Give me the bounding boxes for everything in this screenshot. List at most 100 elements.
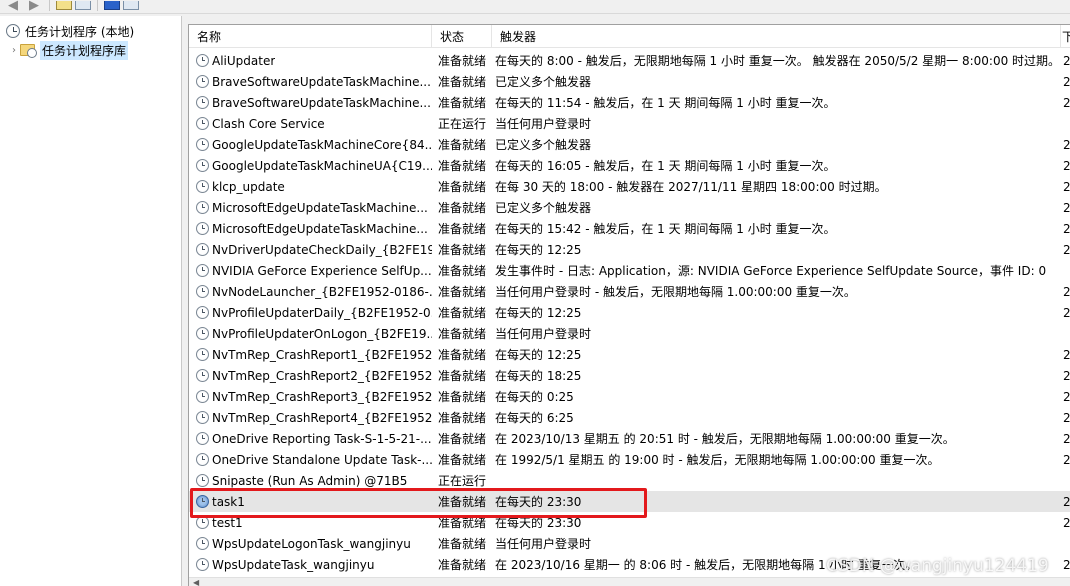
task-name-cell: NvNodeLauncher_{B2FE1952-0186-... [189, 281, 432, 302]
task-status: 正在运行 [438, 117, 487, 131]
table-row[interactable]: OneDrive Standalone Update Task-... 准备就绪在… [189, 449, 1070, 470]
table-row[interactable]: NVIDIA GeForce Experience SelfUp... 准备就绪发… [189, 260, 1070, 281]
table-row[interactable]: Clash Core Service 正在运行 当任何用户登录时 [189, 113, 1070, 134]
task-clock-icon [196, 369, 209, 382]
table-row[interactable]: klcp_update 准备就绪 在每 30 天的 18:00 - 触发器在 202… [189, 176, 1070, 197]
task-trigger: 在每天的 11:54 - 触发后，在 1 天 期间每隔 1 小时 重复一次。 [495, 96, 836, 110]
task-status: 准备就绪 [438, 138, 487, 152]
task-status: 准备就绪 [438, 201, 487, 215]
table-row[interactable]: AliUpdater 准备就绪 在每天的 8:00 - 触发后，无限期地每隔 1 小… [189, 50, 1070, 71]
task-status: 准备就绪 [438, 243, 487, 257]
task-trigger: 已定义多个触发器 [495, 201, 592, 215]
task-name-cell: MicrosoftEdgeUpdateTaskMachine... [189, 218, 432, 239]
table-row[interactable]: NvProfileUpdaterDaily_{B2FE1952-0... 准备就绪… [189, 302, 1070, 323]
task-clock-icon [196, 474, 209, 487]
horizontal-scrollbar[interactable]: ◀ [189, 577, 1070, 586]
task-name-cell: OneDrive Reporting Task-S-1-5-21-... [189, 428, 432, 449]
task-name: NvTmRep_CrashReport2_{B2FE1952... [212, 368, 432, 383]
task-name: NvNodeLauncher_{B2FE1952-0186-... [212, 284, 432, 299]
task-status: 正在运行 [438, 474, 487, 488]
table-row[interactable]: BraveSoftwareUpdateTaskMachine... 准备就绪 已定义… [189, 71, 1070, 92]
task-clock-icon [196, 75, 209, 88]
task-clock-icon [196, 243, 209, 256]
tree-item-task-scheduler-local[interactable]: 任务计划程序 (本地) [6, 22, 134, 40]
task-status: 准备就绪 [438, 306, 487, 320]
back-arrow-icon[interactable]: ◀ [4, 0, 22, 12]
table-row[interactable]: NvTmRep_CrashReport1_{B2FE1952... 准备就绪 在每天… [189, 344, 1070, 365]
table-row[interactable]: NvTmRep_CrashReport2_{B2FE1952... 准备就绪 在每天… [189, 365, 1070, 386]
task-name-cell: WpsUpdateLogonTask_wangjinyu [189, 533, 432, 554]
task-trigger: 在 2023/10/16 星期一 的 8:06 时 - 触发后，无限期地每隔 1… [495, 558, 918, 572]
task-trigger: 在每 30 天的 18:00 - 触发器在 2027/11/11 星期四 18:… [495, 180, 887, 194]
table-row[interactable]: Snipaste (Run As Admin) @71B5 正在运行 [189, 470, 1070, 491]
table-row[interactable]: GoogleUpdateTaskMachineUA{C19... 准备就绪 在每天的… [189, 155, 1070, 176]
column-header-next-run[interactable]: 下 [1061, 25, 1070, 48]
table-row[interactable]: task1 准备就绪 在每天的 23:30 2 [189, 491, 1070, 512]
table-row[interactable]: NvProfileUpdaterOnLogon_{B2FE19... 准备就绪 当任… [189, 323, 1070, 344]
column-header-status[interactable]: 状态 [432, 25, 492, 48]
show-hide-pane-icon[interactable] [75, 0, 91, 10]
task-next-run: 2 [1063, 452, 1070, 467]
task-name-cell: GoogleUpdateTaskMachineUA{C19... [189, 155, 432, 176]
tree-item-label: 任务计划程序 (本地) [25, 24, 135, 39]
table-row[interactable]: GoogleUpdateTaskMachineCore{84... 准备就绪 已定义… [189, 134, 1070, 155]
action-pane-icon[interactable] [123, 0, 139, 10]
task-status: 准备就绪 [438, 222, 487, 236]
task-next-run [1061, 113, 1070, 134]
forward-arrow-icon[interactable]: ▶ [25, 0, 43, 12]
task-name: WpsUpdateTask_wangjinyu [212, 557, 375, 572]
properties-icon[interactable] [56, 0, 72, 10]
table-row[interactable]: test1 准备就绪 在每天的 23:30 2 [189, 512, 1070, 533]
task-trigger: 在每天的 23:30 [495, 495, 582, 509]
table-row[interactable]: NvTmRep_CrashReport4_{B2FE1952... 准备就绪 在每天… [189, 407, 1070, 428]
scroll-left-arrow-icon[interactable]: ◀ [193, 578, 199, 586]
help-icon[interactable] [104, 0, 120, 10]
task-clock-icon [196, 348, 209, 361]
task-clock-icon [196, 390, 209, 403]
task-clock-icon [196, 222, 209, 235]
task-trigger [492, 470, 1061, 491]
task-next-run: 2 [1063, 179, 1070, 194]
task-trigger: 已定义多个触发器 [495, 138, 592, 152]
task-name-cell: BraveSoftwareUpdateTaskMachine... [189, 71, 432, 92]
task-name-cell: MicrosoftEdgeUpdateTaskMachine... [189, 197, 432, 218]
task-status: 准备就绪 [438, 96, 487, 110]
task-name: klcp_update [212, 179, 285, 194]
table-row[interactable]: NvDriverUpdateCheckDaily_{B2FE19... 准备就绪在… [189, 239, 1070, 260]
task-trigger: 在每天的 12:25 [495, 348, 582, 362]
task-name: NvDriverUpdateCheckDaily_{B2FE19... [212, 242, 432, 257]
task-scheduler-window: ◀ ▶ 任务计划程序 (本地) › 任务计划程序库 名称 状态 触发器 下 Al… [0, 0, 1070, 586]
table-row[interactable]: MicrosoftEdgeUpdateTaskMachine... 准备就绪 已定义… [189, 197, 1070, 218]
task-next-run: 2 [1063, 95, 1070, 110]
task-status: 准备就绪 [438, 348, 487, 362]
column-header-trigger[interactable]: 触发器 [492, 25, 1061, 48]
expand-chevron-icon[interactable]: › [8, 45, 20, 56]
task-name-cell: task1 [189, 491, 432, 512]
table-row[interactable]: NvNodeLauncher_{B2FE1952-0186-... 准备就绪 当任何… [189, 281, 1070, 302]
table-row[interactable]: OneDrive Reporting Task-S-1-5-21-... 准备就绪… [189, 428, 1070, 449]
table-row[interactable]: WpsUpdateLogonTask_wangjinyu 准备就绪 当任何用户登录时 [189, 533, 1070, 554]
column-header-name[interactable]: 名称 [189, 25, 432, 48]
tree-item-task-library[interactable]: › 任务计划程序库 [8, 40, 129, 60]
task-name: MicrosoftEdgeUpdateTaskMachine... [212, 221, 428, 236]
task-name: NvTmRep_CrashReport1_{B2FE1952... [212, 347, 432, 362]
table-row[interactable]: BraveSoftwareUpdateTaskMachine... 准备就绪 在每天… [189, 92, 1070, 113]
task-next-run: 2 [1063, 389, 1070, 404]
task-name: Snipaste (Run As Admin) @71B5 [212, 473, 408, 488]
task-name: task1 [212, 494, 245, 509]
task-next-run: 2 [1063, 494, 1070, 509]
task-next-run: 2 [1063, 137, 1070, 152]
task-status: 准备就绪 [438, 537, 487, 551]
task-name: NvProfileUpdaterDaily_{B2FE1952-0... [212, 305, 432, 320]
task-next-run: 2 [1063, 431, 1070, 446]
task-status: 准备就绪 [438, 516, 487, 530]
task-clock-icon [196, 537, 209, 550]
table-row[interactable]: WpsUpdateTask_wangjinyu 准备就绪在 2023/10/16 … [189, 554, 1070, 575]
table-row[interactable]: MicrosoftEdgeUpdateTaskMachine... 准备就绪 在每天… [189, 218, 1070, 239]
task-status: 准备就绪 [438, 54, 487, 68]
folder-clock-icon [20, 44, 37, 58]
task-status: 准备就绪 [438, 159, 487, 173]
table-row[interactable]: NvTmRep_CrashReport3_{B2FE1952... 准备就绪 在每天… [189, 386, 1070, 407]
task-trigger: 在 1992/5/1 星期五 的 19:00 时 - 触发后，无限期地每隔 1.… [495, 453, 940, 467]
task-trigger: 当任何用户登录时 - 触发后，无限期地每隔 1.00:00:00 重复一次。 [495, 285, 856, 299]
